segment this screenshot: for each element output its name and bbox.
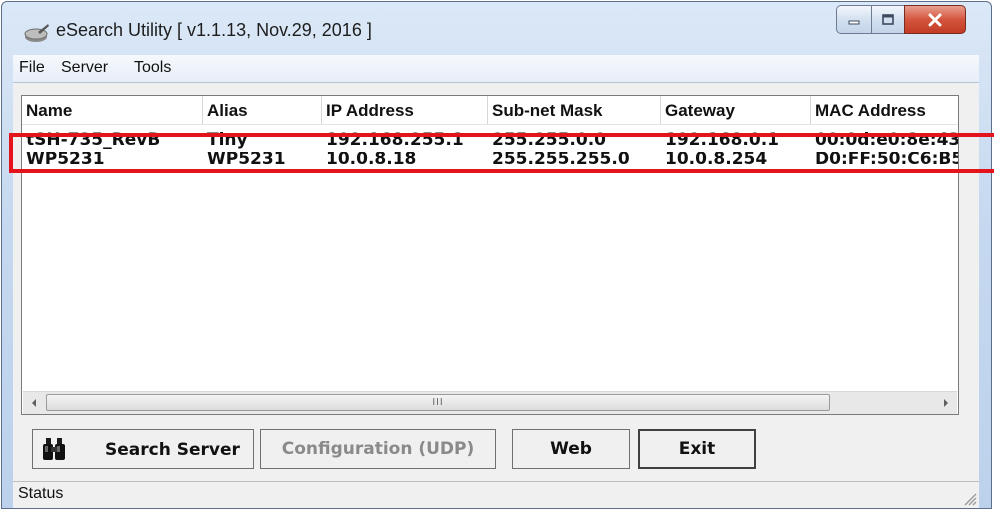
list-header: Name Alias IP Address Sub-net Mask Gatew… [22,96,958,125]
window-title: eSearch Utility [ v1.1.13, Nov.29, 2016 … [56,20,372,40]
cell-mac-address: D0:FF:50:C6:B5:( [815,152,958,169]
cell-name: tSH-735_RevB [26,130,161,150]
menu-file[interactable]: File [19,59,45,77]
minimize-button[interactable] [836,5,872,34]
client-area: Name Alias IP Address Sub-net Mask Gatew… [13,83,979,508]
main-window: eSearch Utility [ v1.1.13, Nov.29, 2016 … [1,1,992,509]
table-row[interactable]: tSH-735_RevB Tiny 192.168.255.1 255.255.… [22,126,958,154]
column-header-alias[interactable]: Alias [203,96,322,124]
app-icon [24,24,49,42]
status-text: Status [18,485,64,502]
cell-alias: Tiny [207,130,248,150]
horizontal-scrollbar[interactable]: III [23,391,957,414]
scrollbar-grip: III [432,397,444,408]
exit-button[interactable]: Exit [638,429,756,469]
title-bar[interactable]: eSearch Utility [ v1.1.13, Nov.29, 2016 … [2,2,991,56]
close-button[interactable] [904,5,966,34]
cell-mac-address: 00:0d:e0:8e:43:2 [815,130,958,150]
search-server-button[interactable]: Search Server [32,429,254,469]
binoculars-icon [43,438,65,460]
cell-ip-address: 192.168.255.1 [326,130,464,150]
cell-subnet-mask: 255.255.255.0 [492,152,630,169]
column-header-name[interactable]: Name [22,96,203,124]
scroll-left-arrow-icon[interactable] [23,392,45,414]
resize-grip-icon[interactable] [961,490,977,506]
maximize-button[interactable] [871,5,905,34]
scrollbar-thumb[interactable]: III [46,394,830,411]
cell-gateway: 10.0.8.254 [665,152,768,169]
column-header-ip-address[interactable]: IP Address [322,96,488,124]
scroll-right-arrow-icon[interactable] [935,392,957,414]
cell-ip-address: 10.0.8.18 [326,152,417,169]
table-row[interactable]: WP5231 WP5231 10.0.8.18 255.255.255.0 10… [22,152,958,171]
cell-subnet-mask: 255.255.0.0 [492,130,607,150]
close-icon [928,13,942,26]
status-bar: Status [13,481,979,507]
search-server-label: Search Server [105,440,240,460]
cell-gateway: 192.168.0.1 [665,130,780,150]
web-button[interactable]: Web [512,429,630,469]
column-header-subnet-mask[interactable]: Sub-net Mask [488,96,661,124]
server-list[interactable]: Name Alias IP Address Sub-net Mask Gatew… [21,95,959,415]
cell-name: WP5231 [26,152,105,169]
maximize-icon [882,13,894,25]
column-header-gateway[interactable]: Gateway [661,96,811,124]
configuration-udp-button[interactable]: Configuration (UDP) [260,429,496,469]
minimize-icon [848,20,860,24]
cell-alias: WP5231 [207,152,286,169]
menu-tools[interactable]: Tools [134,59,171,77]
menu-bar: File Server Tools [13,55,979,83]
menu-server[interactable]: Server [61,59,108,77]
column-header-mac-address[interactable]: MAC Address [811,96,958,124]
